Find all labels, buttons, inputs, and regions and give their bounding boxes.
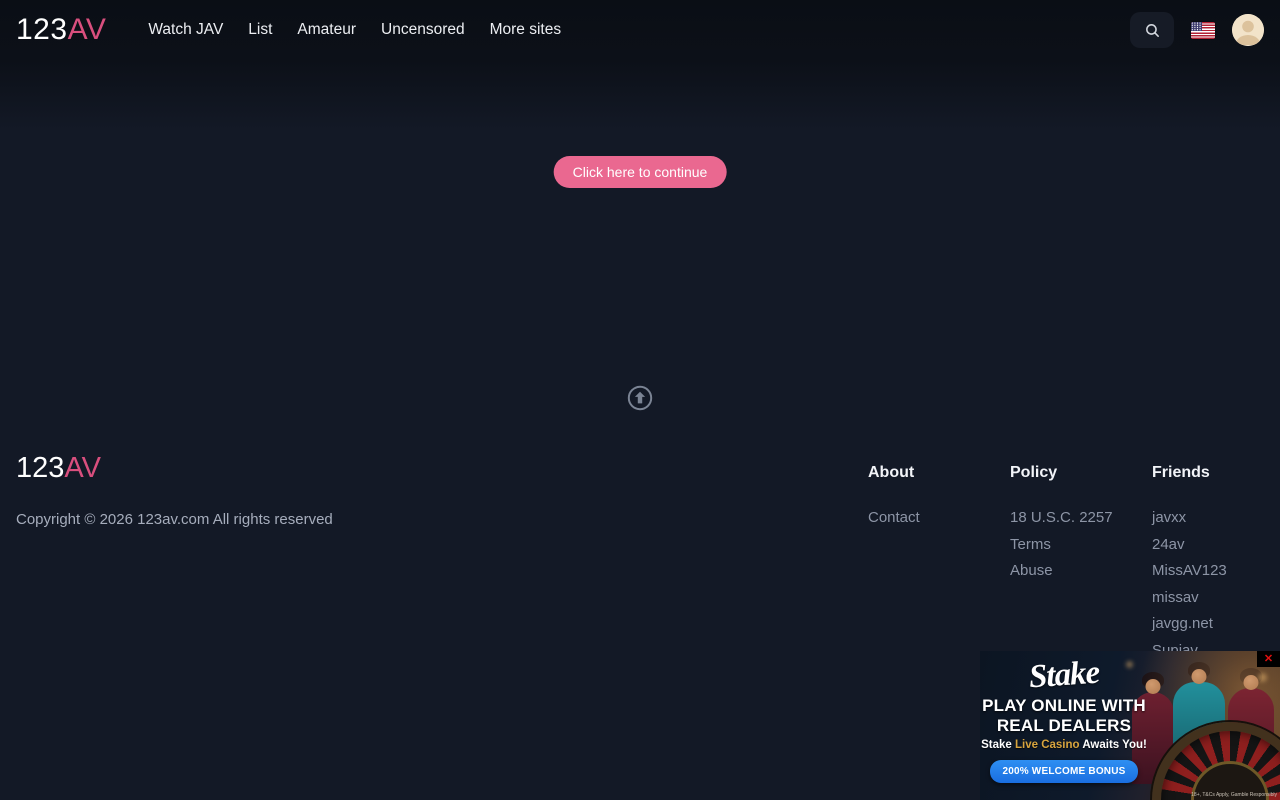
copyright-text: Copyright © 2026 123av.com All rights re… bbox=[16, 511, 333, 528]
ad-sub-highlight: Live Casino bbox=[1015, 739, 1080, 751]
nav-item-list[interactable]: List bbox=[248, 15, 272, 45]
footer-link-contact[interactable]: Contact bbox=[868, 510, 1010, 525]
site-logo[interactable]: 123AV bbox=[16, 13, 106, 47]
footer-link-2257[interactable]: 18 U.S.C. 2257 bbox=[1010, 510, 1152, 525]
ad-headline-line2: REAL DEALERS bbox=[997, 717, 1131, 734]
ad-close-button[interactable]: ✕ bbox=[1257, 651, 1280, 667]
footer-logo-part-1: 123 bbox=[16, 452, 64, 484]
avatar-silhouette-icon bbox=[1232, 14, 1264, 46]
footer-logo-part-2: AV bbox=[64, 452, 101, 484]
stake-brand-logo: Stake bbox=[1028, 655, 1101, 697]
search-button[interactable] bbox=[1130, 12, 1174, 48]
footer-link-missav123[interactable]: MissAV123 bbox=[1152, 563, 1280, 578]
footer-column-about: About Contact bbox=[868, 464, 1010, 537]
footer-column-title: Friends bbox=[1152, 464, 1280, 482]
ad-welcome-bonus-button[interactable]: 200% WELCOME BONUS bbox=[990, 760, 1137, 783]
footer-link-terms[interactable]: Terms bbox=[1010, 537, 1152, 552]
footer-link-24av[interactable]: 24av bbox=[1152, 537, 1280, 552]
language-flag-us[interactable] bbox=[1191, 22, 1215, 39]
footer-link-abuse[interactable]: Abuse bbox=[1010, 563, 1152, 578]
ad-text-block: Stake PLAY ONLINE WITH REAL DEALERS Stak… bbox=[980, 651, 1148, 800]
nav-item-uncensored[interactable]: Uncensored bbox=[381, 15, 465, 45]
logo-part-2: AV bbox=[68, 13, 107, 46]
footer-link-javxx[interactable]: javxx bbox=[1152, 510, 1280, 525]
arrow-up-circle-icon bbox=[626, 384, 654, 412]
ad-headline-line1: PLAY ONLINE WITH bbox=[982, 697, 1146, 714]
main-nav: Watch JAV List Amateur Uncensored More s… bbox=[148, 15, 561, 45]
footer-column-title: Policy bbox=[1010, 464, 1152, 482]
logo-part-1: 123 bbox=[16, 13, 68, 46]
footer-column-title: About bbox=[868, 464, 1010, 482]
footer-link-missav[interactable]: missav bbox=[1152, 590, 1280, 605]
nav-item-more-sites[interactable]: More sites bbox=[490, 15, 562, 45]
search-icon bbox=[1144, 22, 1161, 39]
scroll-to-top-button[interactable] bbox=[626, 384, 654, 412]
footer-column-friends: Friends javxx 24av MissAV123 missav javg… bbox=[1152, 464, 1280, 669]
nav-item-watch-jav[interactable]: Watch JAV bbox=[148, 15, 223, 45]
ad-sub-suffix: Awaits You! bbox=[1080, 739, 1147, 751]
navbar-right bbox=[1130, 12, 1264, 48]
ad-disclaimer-text: 18+, T&Cs Apply, Gamble Responsibly bbox=[1191, 792, 1277, 798]
user-avatar[interactable] bbox=[1232, 14, 1264, 46]
bokeh-light bbox=[1258, 673, 1267, 682]
footer-link-javgg-net[interactable]: javgg.net bbox=[1152, 616, 1280, 631]
page: 123AV Watch JAV List Amateur Uncensored … bbox=[0, 0, 1280, 800]
continue-button[interactable]: Click here to continue bbox=[554, 156, 727, 188]
footer-column-policy: Policy 18 U.S.C. 2257 Terms Abuse bbox=[1010, 464, 1152, 590]
nav-item-amateur[interactable]: Amateur bbox=[297, 15, 356, 45]
ad-sub-prefix: Stake bbox=[981, 739, 1015, 751]
ad-subline: Stake Live Casino Awaits You! bbox=[981, 739, 1147, 751]
navbar: 123AV Watch JAV List Amateur Uncensored … bbox=[0, 0, 1280, 60]
stake-ad-banner[interactable]: Stake PLAY ONLINE WITH REAL DEALERS Stak… bbox=[980, 651, 1280, 800]
footer-logo[interactable]: 123AV bbox=[16, 452, 101, 485]
